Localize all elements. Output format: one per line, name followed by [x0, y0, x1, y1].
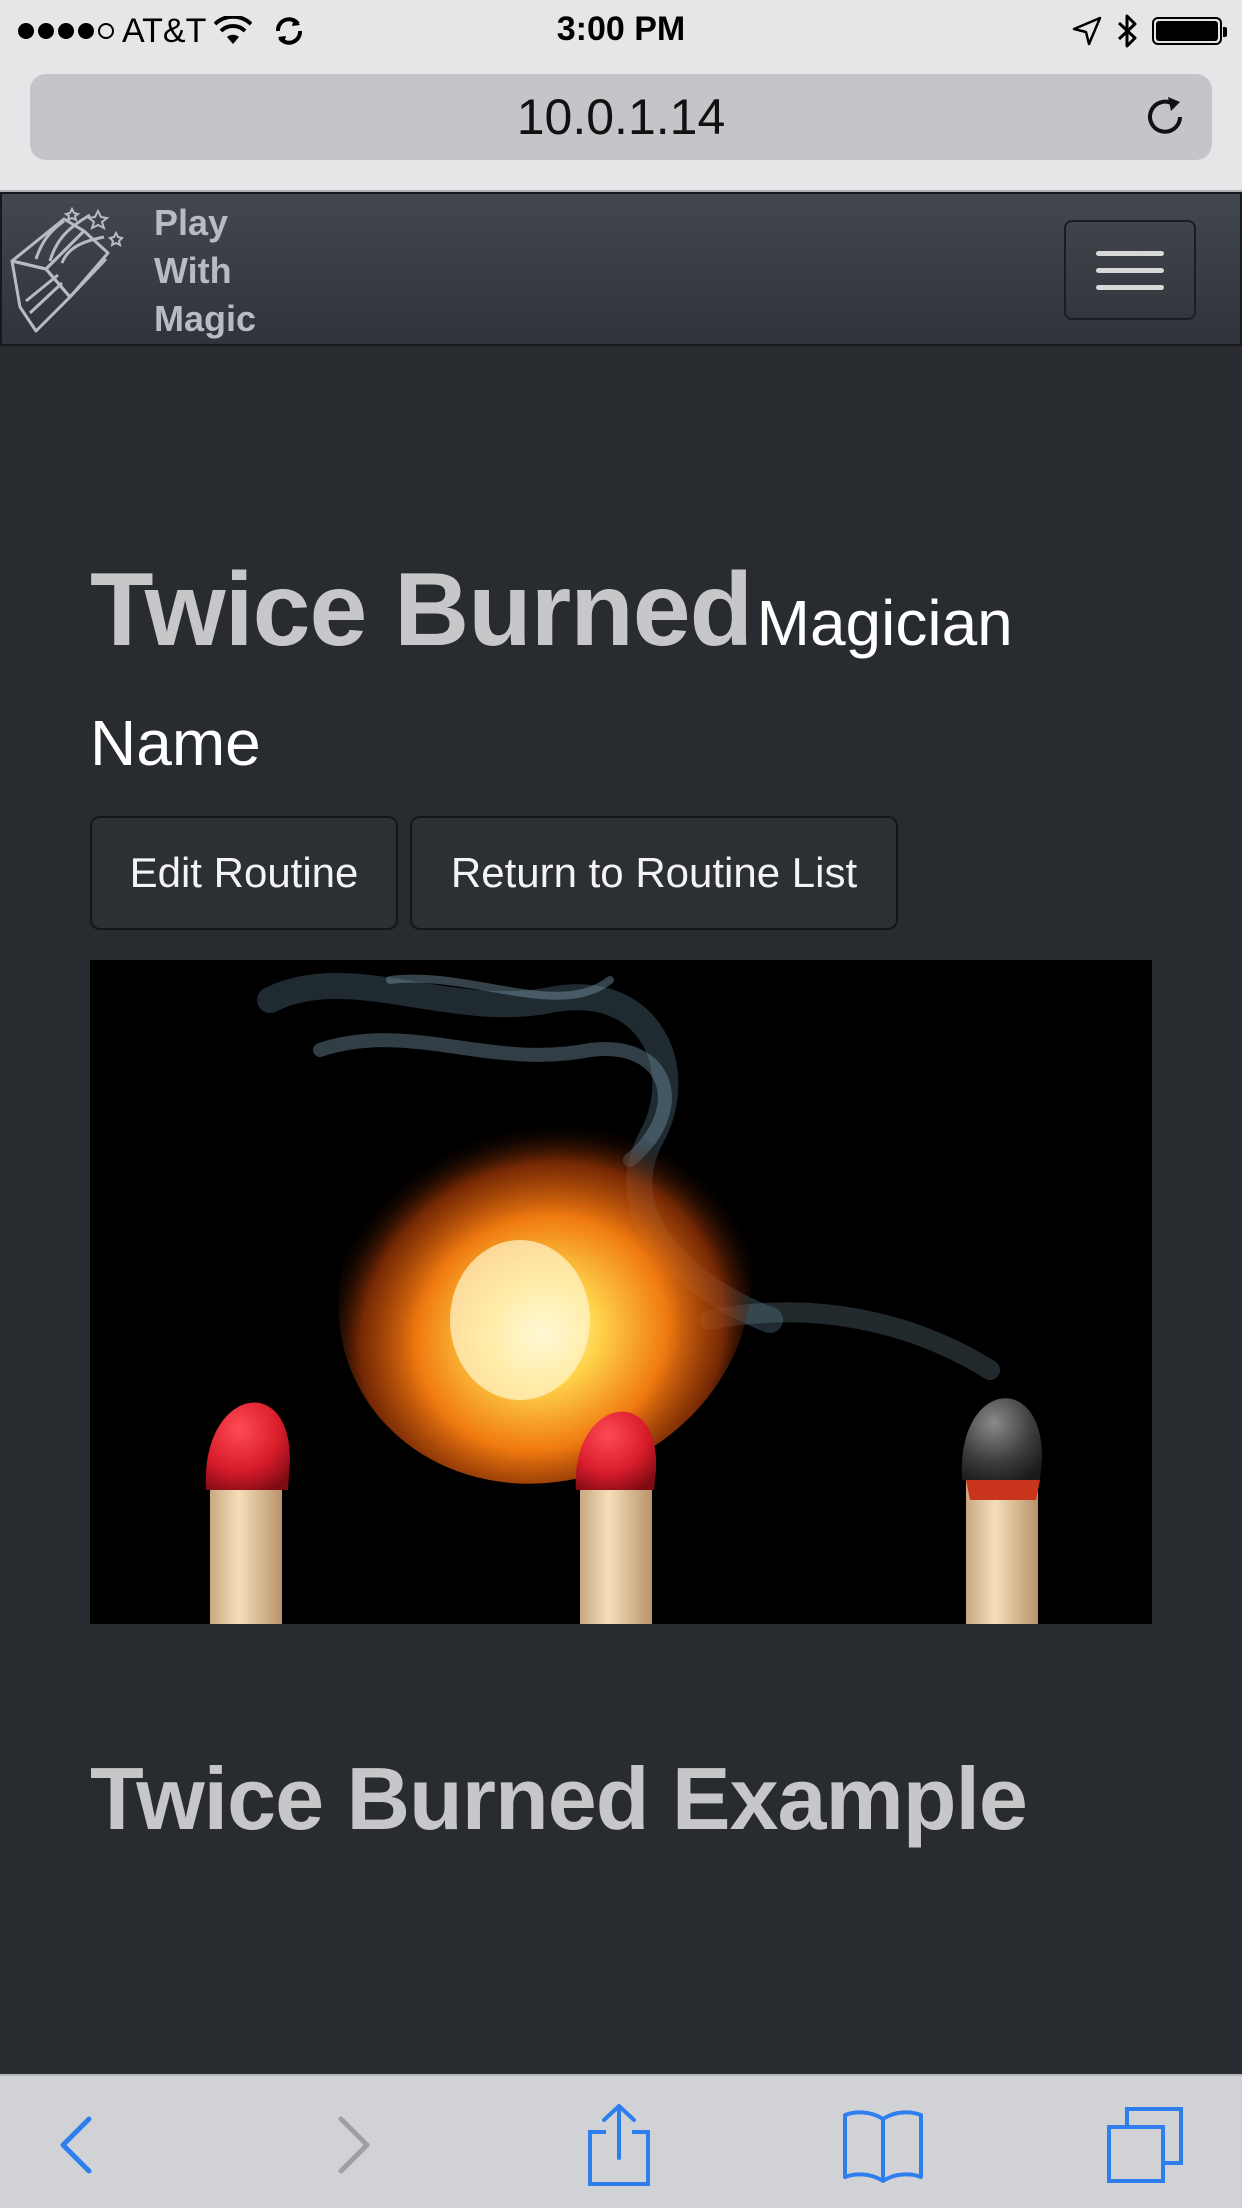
- brand-link[interactable]: Play With Magic: [6, 200, 256, 342]
- brand-line-1: Play: [154, 202, 229, 243]
- navbar-toggle-button[interactable]: [1064, 220, 1196, 320]
- forward-icon: [338, 2116, 370, 2174]
- matches-illustration: [90, 960, 1152, 1624]
- browser-toolbar: [0, 2074, 1242, 2208]
- edit-routine-button[interactable]: Edit Routine: [90, 816, 398, 930]
- bluetooth-icon: [1117, 14, 1137, 48]
- hamburger-icon: [1096, 250, 1164, 256]
- hamburger-icon-bar-3: [1096, 284, 1164, 290]
- brand-line-2: With: [154, 250, 232, 291]
- status-bar: AT&T 3:00 PM: [0, 0, 1242, 62]
- url-text: 10.0.1.14: [516, 89, 726, 145]
- action-buttons: Edit Routine Return to Routine List: [90, 816, 898, 930]
- url-field[interactable]: 10.0.1.14: [30, 74, 1212, 160]
- return-to-list-button[interactable]: Return to Routine List: [410, 816, 898, 930]
- magic-book-icon: [10, 206, 124, 333]
- status-time: 3:00 PM: [556, 10, 686, 48]
- reload-icon[interactable]: [1142, 94, 1188, 140]
- share-icon: [588, 2104, 650, 2186]
- page-title: Twice Burned: [90, 552, 753, 668]
- hamburger-icon-bar-2: [1096, 267, 1164, 273]
- browser-address-area: 10.0.1.14: [0, 62, 1242, 192]
- back-icon: [60, 2116, 92, 2174]
- page-header: Twice Burned Magician Name: [90, 550, 1170, 803]
- tabs-icon: [1107, 2107, 1183, 2183]
- bookmarks-button[interactable]: [838, 2100, 928, 2190]
- share-button[interactable]: [574, 2100, 664, 2190]
- section-heading: Twice Burned Example: [90, 1749, 1028, 1848]
- bookmarks-icon: [843, 2110, 923, 2183]
- routine-image: [90, 960, 1152, 1624]
- battery-icon: [1152, 17, 1227, 45]
- tabs-button[interactable]: [1100, 2100, 1190, 2190]
- back-button[interactable]: [32, 2100, 122, 2190]
- battery-level: [1156, 21, 1218, 41]
- location-icon: [1072, 16, 1102, 46]
- status-right: [1072, 10, 1227, 52]
- brand-name: Play With Magic: [154, 199, 256, 343]
- forward-button[interactable]: [308, 2100, 398, 2190]
- brand-line-3: Magic: [154, 298, 257, 339]
- site-navbar: Play With Magic: [0, 192, 1242, 346]
